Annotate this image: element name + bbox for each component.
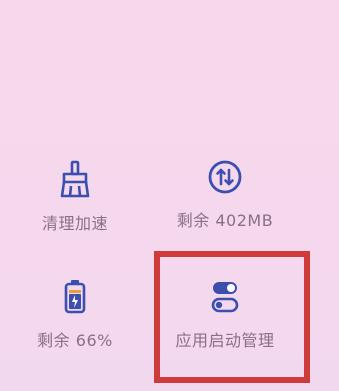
broom-icon <box>53 158 97 202</box>
memory-label: 剩余 402MB <box>176 211 274 230</box>
cleanup-label: 清理加速 <box>41 214 108 233</box>
highlight-box <box>154 251 310 383</box>
battery-tile[interactable]: 剩余 66% <box>0 275 150 385</box>
memory-arrows-icon <box>203 155 247 199</box>
memory-tile[interactable]: 剩余 402MB <box>150 155 300 265</box>
battery-label: 剩余 66% <box>37 331 113 350</box>
battery-icon <box>53 275 97 319</box>
quick-actions-grid: 清理加速 剩余 402MB 剩余 66% 应用启动管理 <box>0 0 339 391</box>
cleanup-tile[interactable]: 清理加速 <box>0 158 150 268</box>
